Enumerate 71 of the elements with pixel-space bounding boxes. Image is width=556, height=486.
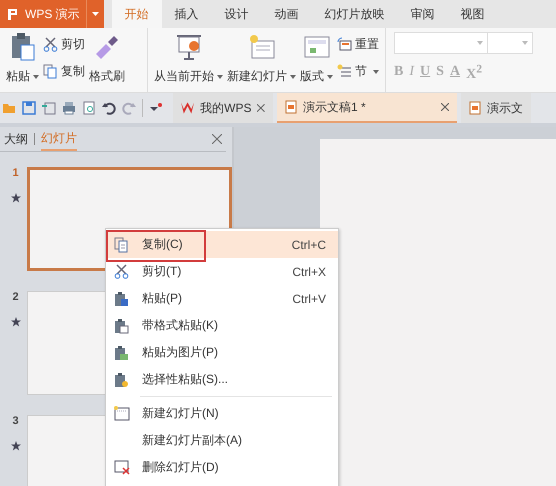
menu-item[interactable]: 粘贴为图片(P) bbox=[106, 339, 338, 366]
document-icon bbox=[469, 101, 481, 115]
document-icon bbox=[285, 100, 297, 114]
star-icon bbox=[10, 317, 21, 327]
undo-icon[interactable] bbox=[102, 101, 116, 115]
menu-item[interactable]: 剪切(T) Ctrl+X bbox=[106, 258, 338, 285]
ribbon-tab[interactable]: 审阅 bbox=[398, 0, 448, 28]
copy-icon bbox=[43, 64, 58, 79]
logo-icon bbox=[6, 7, 20, 21]
format-painter-button[interactable]: 格式刷 bbox=[89, 68, 125, 85]
slide-number: 2 bbox=[12, 291, 19, 303]
clipboard-icon bbox=[114, 318, 129, 334]
document-tab[interactable]: 我的WPS bbox=[173, 93, 273, 123]
font-size-field[interactable] bbox=[488, 32, 533, 54]
copy-icon bbox=[114, 236, 129, 252]
copy-button[interactable]: 复制 bbox=[43, 63, 85, 80]
w-logo-icon bbox=[181, 102, 194, 114]
from-current-button[interactable]: 从当前开始 bbox=[154, 68, 223, 85]
font-name-field[interactable] bbox=[394, 32, 488, 54]
customize-caret-icon[interactable] bbox=[149, 103, 163, 113]
ribbon-tab[interactable]: 幻灯片放映 bbox=[312, 0, 398, 28]
clipboard-icon bbox=[114, 372, 129, 388]
caret-icon bbox=[217, 74, 223, 79]
caret-icon bbox=[327, 74, 333, 79]
star-icon bbox=[10, 441, 21, 451]
document-tab[interactable]: 演示文稿1 * bbox=[277, 93, 457, 123]
slide-number: 1 bbox=[12, 167, 19, 179]
close-icon[interactable] bbox=[257, 104, 265, 112]
document-tab[interactable]: 演示文 bbox=[461, 93, 531, 123]
scissors-icon bbox=[43, 37, 58, 52]
caret-icon bbox=[33, 74, 39, 79]
ribbon-tab[interactable]: 动画 bbox=[262, 0, 312, 28]
clipboard-icon bbox=[114, 344, 129, 360]
clipboard-icon bbox=[114, 290, 129, 306]
clipboard-icon[interactable] bbox=[10, 32, 36, 62]
save-icon[interactable] bbox=[22, 101, 36, 115]
menu-item[interactable]: 删除幻灯片(D) bbox=[106, 454, 338, 481]
menu-item[interactable]: 选择性粘贴(S)... bbox=[106, 366, 338, 393]
new-slide-icon bbox=[114, 406, 130, 421]
ribbon-tab[interactable]: 设计 bbox=[212, 0, 262, 28]
caret-icon bbox=[290, 74, 296, 79]
reset-icon bbox=[337, 37, 352, 52]
paste-button[interactable]: 粘贴 bbox=[6, 68, 39, 85]
ribbon-tab[interactable]: 视图 bbox=[448, 0, 498, 28]
scissors-icon bbox=[114, 264, 129, 279]
pane-tab[interactable]: 大纲 bbox=[4, 127, 28, 151]
menu-item[interactable]: 复制(C) Ctrl+C bbox=[106, 231, 338, 258]
export-icon[interactable] bbox=[42, 101, 56, 115]
menu-item[interactable]: 新建幻灯片(N) bbox=[106, 400, 338, 427]
star-icon bbox=[10, 193, 21, 203]
new-slide-button[interactable]: 新建幻灯片 bbox=[227, 68, 296, 85]
caret-icon bbox=[477, 41, 483, 45]
delete-slide-icon bbox=[114, 460, 130, 475]
menu-item[interactable]: 新建幻灯片副本(A) bbox=[106, 427, 338, 454]
cut-button[interactable]: 剪切 bbox=[43, 36, 85, 53]
close-icon[interactable] bbox=[212, 134, 222, 144]
close-icon[interactable] bbox=[441, 103, 449, 111]
caret-icon bbox=[522, 41, 528, 45]
layout-button[interactable]: 版式 bbox=[300, 68, 333, 85]
print-icon[interactable] bbox=[62, 101, 76, 115]
section-button[interactable]: 节 bbox=[337, 63, 379, 80]
reset-button[interactable]: 重置 bbox=[337, 36, 379, 53]
ribbon-tab[interactable]: 插入 bbox=[162, 0, 212, 28]
caret-icon bbox=[373, 70, 379, 74]
menu-item[interactable]: 带格式粘贴(K) bbox=[106, 312, 338, 339]
section-icon bbox=[337, 64, 352, 79]
print-preview-icon[interactable] bbox=[82, 101, 96, 115]
app-menu-button[interactable]: WPS 演示 bbox=[0, 0, 86, 28]
slide-number: 3 bbox=[12, 415, 19, 427]
menu-item[interactable]: 粘贴(P) Ctrl+V bbox=[106, 285, 338, 312]
caret-icon[interactable] bbox=[86, 0, 104, 28]
